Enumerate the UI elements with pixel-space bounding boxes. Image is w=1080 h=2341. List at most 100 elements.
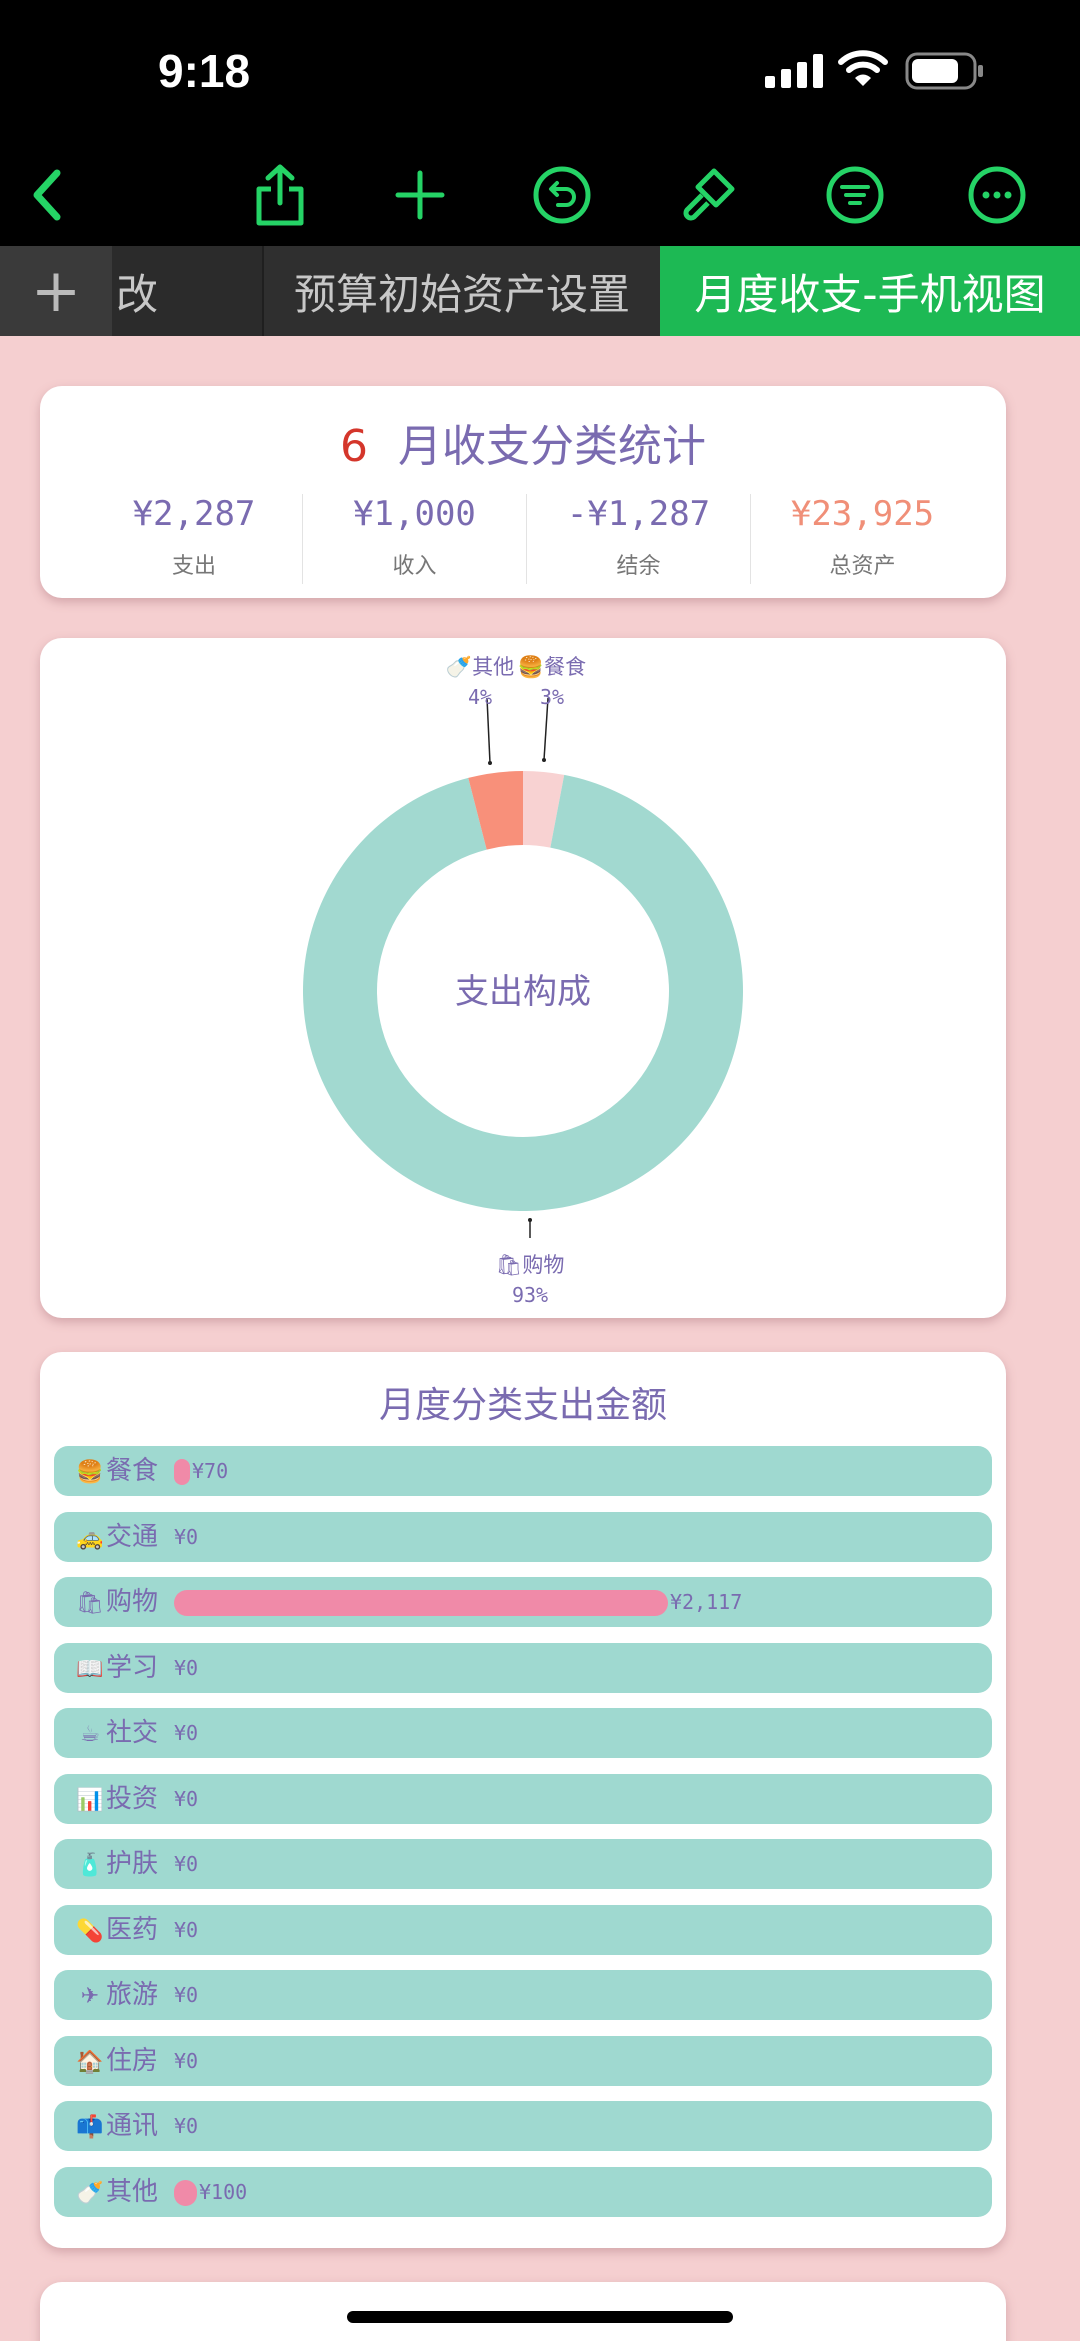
stat-label: 收入 — [392, 554, 437, 579]
stat-expense: ¥2,287 支出 — [82, 494, 306, 584]
undo-button[interactable] — [527, 160, 597, 230]
stat-value: ¥2,287 — [132, 494, 256, 534]
category-label: 📫通讯 — [76, 2101, 158, 2151]
airplane-icon: ✈ — [80, 1984, 100, 2009]
category-amount: ¥100 — [199, 2179, 248, 2204]
stat-value: ¥23,925 — [790, 494, 935, 534]
filter-icon — [826, 166, 884, 224]
month-number: 6 — [340, 421, 368, 472]
category-row: 🚕交通 ¥0 — [54, 1511, 992, 1562]
leader-dot — [542, 758, 546, 762]
category-amount: ¥0 — [174, 1655, 199, 1680]
share-button[interactable] — [245, 160, 315, 230]
cellular-signal-icon — [765, 54, 823, 88]
stat-value: -¥1,287 — [566, 494, 711, 534]
category-row: 🍼其他 ¥100 — [54, 2166, 992, 2217]
category-bar — [174, 1459, 190, 1485]
donut-chart-card: 支出构成 🍼其他 4% 🍔餐食 3% 🛍购物 93% — [40, 638, 1006, 1318]
category-label: ✈ 旅游 — [76, 1970, 158, 2020]
category-amount: ¥70 — [192, 1459, 229, 1483]
category-amount: ¥0 — [174, 2048, 199, 2073]
stat-balance: -¥1,287 结余 — [526, 494, 750, 584]
category-bar — [174, 1590, 668, 1616]
category-name: 住房 — [106, 2045, 159, 2076]
category-row: 🧴护肤 ¥0 — [54, 1839, 992, 1889]
category-row: 💊医药 ¥0 — [54, 1904, 992, 1955]
donut-chart: 支出构成 🍼其他 4% 🍔餐食 3% 🛍购物 93% — [302, 654, 743, 1307]
slice-pct-label: 3% — [540, 685, 564, 709]
slice-name-label: 🛍购物 — [496, 1253, 565, 1277]
tab-monthly-mobile-view[interactable]: 月度收支-手机视图 — [660, 246, 1080, 336]
category-row: 📖学习 ¥0 — [54, 1642, 992, 1693]
more-button[interactable] — [962, 160, 1032, 230]
add-sheet-button[interactable]: + — [0, 246, 112, 336]
back-button[interactable] — [12, 160, 82, 230]
stat-label: 结余 — [616, 554, 661, 579]
category-name: 其他 — [106, 2176, 159, 2207]
filter-button[interactable] — [820, 160, 890, 230]
chevron-left-icon — [33, 169, 61, 221]
category-row: 📫通讯 ¥0 — [54, 2101, 992, 2151]
category-bar-card: 月度分类支出金额 🍔餐食 ¥70 🚕交通 ¥0 🛍购物 ¥2,117 📖学习 ¥0 ☕ 社交 ¥0 📊… — [40, 1352, 1006, 2248]
stat-total-assets: ¥23,925 总资产 — [750, 494, 974, 584]
battery-icon — [905, 52, 983, 90]
share-icon — [256, 164, 304, 226]
bar-chart-icon: 📊 — [76, 1787, 104, 1813]
pill-icon: 💊 — [76, 1918, 104, 1944]
category-label: 🧴护肤 — [76, 1839, 158, 1889]
leader-dot — [528, 1218, 532, 1222]
category-amount: ¥0 — [174, 1786, 199, 1811]
stat-value: ¥1,000 — [353, 494, 476, 534]
category-row: 🏠住房 ¥0 — [54, 2035, 992, 2086]
category-label: 🍔餐食 — [76, 1446, 158, 1496]
toolbar — [0, 140, 1080, 246]
slice-pct-label: 4% — [468, 685, 492, 709]
category-amount: ¥0 — [174, 1721, 199, 1745]
category-row: ✈ 旅游 ¥0 — [54, 1970, 992, 2020]
status-time: 9:18 — [158, 45, 251, 97]
category-name: 交通 — [106, 1521, 159, 1552]
house-icon: 🏠 — [76, 2049, 104, 2075]
leader-dot — [488, 761, 492, 765]
category-label: 🍼其他 — [76, 2167, 158, 2217]
category-amount: ¥2,117 — [670, 1590, 743, 1614]
tab-partial[interactable]: 改 — [112, 246, 260, 336]
category-name: 学习 — [106, 1652, 159, 1683]
summary-title: 6 月收支分类统计 — [40, 410, 1006, 474]
category-name: 医药 — [106, 1914, 159, 1945]
slice-name-label: 🍼其他 — [446, 654, 514, 679]
mailbox-icon: 📫 — [76, 2115, 104, 2140]
category-amount: ¥0 — [174, 1983, 199, 2007]
category-name: 护肤 — [106, 1849, 159, 1879]
plus-icon — [395, 170, 445, 220]
category-amount: ¥0 — [174, 1917, 199, 1942]
sheet-tabs: + 改 预算初始资产设置 月度收支-手机视图 — [0, 246, 1080, 336]
undo-icon — [533, 166, 591, 224]
coffee-icon: ☕ — [80, 1722, 100, 1747]
add-button[interactable] — [385, 160, 455, 230]
category-name: 购物 — [106, 1587, 159, 1617]
category-name: 餐食 — [106, 1456, 159, 1486]
category-label: 📊投资 — [76, 1774, 158, 1824]
summary-card: 6 月收支分类统计 ¥2,287 支出 ¥1,000 收入 -¥1,287 结余 … — [40, 386, 1006, 598]
tab-budget-initial-assets[interactable]: 预算初始资产设置 — [262, 246, 660, 336]
burger-icon: 🍔 — [76, 1460, 104, 1485]
category-amount: ¥0 — [174, 1852, 199, 1876]
home-indicator — [347, 2311, 733, 2323]
category-name: 社交 — [106, 1718, 159, 1748]
format-button[interactable] — [673, 160, 743, 230]
category-label: 🏠住房 — [76, 2036, 158, 2086]
category-bar — [174, 2179, 197, 2206]
category-name: 通讯 — [106, 2111, 159, 2141]
donut-center-label: 支出构成 — [455, 972, 591, 1012]
stat-label: 支出 — [171, 554, 216, 579]
category-label: 💊医药 — [76, 1905, 158, 1955]
category-label: ☕ 社交 — [76, 1708, 158, 1758]
wifi-icon — [838, 50, 888, 86]
slice-pct-label: 93% — [512, 1283, 548, 1307]
stat-income: ¥1,000 收入 — [302, 494, 526, 584]
category-row: 🛍购物 ¥2,117 — [54, 1577, 992, 1627]
category-row: 📊投资 ¥0 — [54, 1773, 992, 1824]
category-label: 🚕交通 — [76, 1512, 158, 1562]
category-label: 🛍购物 — [76, 1577, 158, 1627]
